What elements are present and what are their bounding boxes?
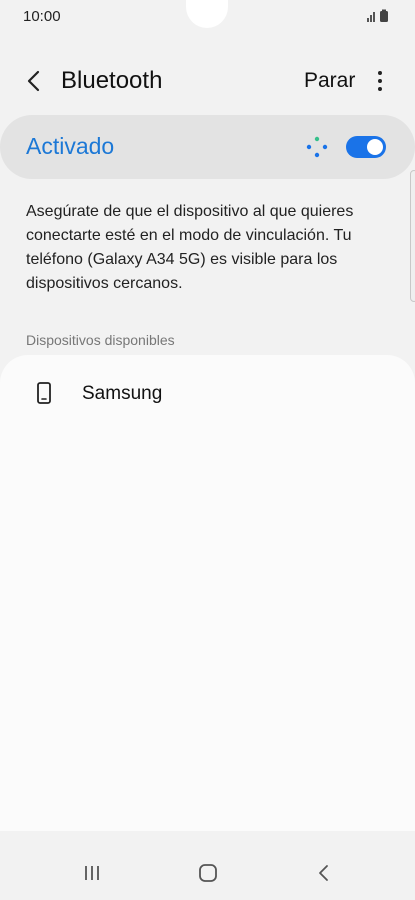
chevron-left-icon[interactable]: [22, 68, 46, 94]
bluetooth-toggle-card[interactable]: Activado: [0, 115, 415, 179]
status-bar: 10:00: [0, 0, 415, 32]
status-icons: [363, 9, 393, 23]
scrollbar[interactable]: [410, 170, 415, 302]
visibility-description: Asegúrate de que el dispositivo al que q…: [26, 203, 354, 292]
camera-notch: [186, 0, 228, 28]
status-time: 10:00: [23, 8, 61, 25]
recent-apps-icon[interactable]: [80, 861, 104, 885]
switch-knob: [367, 139, 383, 155]
phone-icon: [36, 381, 52, 405]
stop-scan-button[interactable]: Parar: [304, 69, 355, 93]
bluetooth-status-label: Activado: [26, 133, 115, 159]
back-icon[interactable]: [312, 861, 336, 885]
device-name: Samsung: [82, 383, 163, 404]
home-icon[interactable]: [196, 861, 220, 885]
device-item-samsung[interactable]: Samsung: [0, 363, 415, 425]
available-devices-list: Samsung: [0, 355, 415, 831]
bluetooth-switch[interactable]: [346, 136, 386, 158]
scanning-dots-icon: [304, 134, 330, 160]
signal-icon: [367, 12, 375, 22]
page-title: Bluetooth: [61, 67, 163, 94]
header-bar: Bluetooth Parar: [0, 52, 415, 110]
more-vertical-icon[interactable]: [368, 68, 392, 94]
battery-icon: [380, 9, 388, 22]
navigation-bar: [0, 831, 415, 900]
available-devices-title: Dispositivos disponibles: [26, 332, 175, 348]
